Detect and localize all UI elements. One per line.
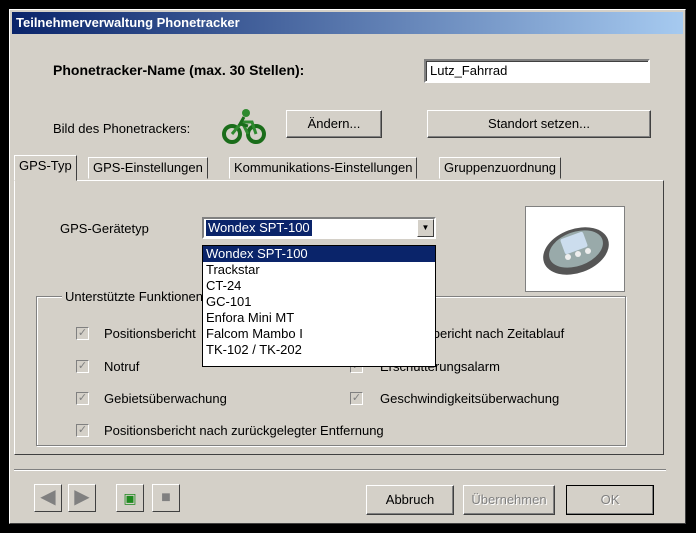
dropdown-option[interactable]: GC-101 [203,294,435,310]
device-icon[interactable]: ▣ [116,484,144,512]
label-speed-monitoring: Geschwindigkeitsüberwachung [380,391,560,406]
apply-button[interactable]: Übernehmen [463,485,555,515]
ok-button[interactable]: OK [566,485,654,515]
name-input[interactable]: Lutz_Fahrrad [424,59,650,83]
set-location-button[interactable]: Standort setzen... [427,110,651,138]
label-emergency: Notruf [104,359,140,374]
gps-device-label: GPS-Gerätetyp [60,221,149,236]
dropdown-option[interactable]: Trackstar [203,262,435,278]
stop-icon[interactable]: ■ [152,484,180,512]
window-title: Teilnehmerverwaltung Phonetracker [12,12,683,34]
checkbox-distance-report[interactable]: ✓ [76,424,89,437]
gps-device-select[interactable]: Wondex SPT-100 ▼ [202,217,436,239]
next-icon[interactable]: ▶ [68,484,96,512]
cancel-button[interactable]: Abbruch [366,485,454,515]
gps-device-dropdown[interactable]: Wondex SPT-100 Trackstar CT-24 GC-101 En… [202,245,436,367]
image-label: Bild des Phonetrackers: [53,121,191,136]
checkbox-speed-monitoring[interactable]: ✓ [350,392,363,405]
label-distance-report: Positionsbericht nach zurückgelegter Ent… [104,423,384,438]
gps-device-image [525,206,625,292]
name-label: Phonetracker-Name (max. 30 Stellen): [53,62,305,78]
chevron-down-icon[interactable]: ▼ [417,219,434,237]
tab-communication-settings[interactable]: Kommunikations-Einstellungen [229,157,418,179]
label-position-report: Positionsbericht [104,326,196,341]
functions-title: Unterstützte Funktionen [62,289,207,304]
checkbox-emergency[interactable]: ✓ [76,360,89,373]
tab-gps-type[interactable]: GPS-Typ [14,155,77,181]
dropdown-option[interactable]: Enfora Mini MT [203,310,435,326]
tab-gps-settings[interactable]: GPS-Einstellungen [88,157,208,179]
checkbox-position-report[interactable]: ✓ [76,327,89,340]
dropdown-option[interactable]: Falcom Mambo I [203,326,435,342]
dropdown-option[interactable]: TK-102 / TK-202 [203,342,435,358]
change-image-button[interactable]: Ändern... [286,110,382,138]
label-geofence: Gebietsüberwachung [104,391,227,406]
footer-separator [14,469,666,471]
gps-device-value: Wondex SPT-100 [206,220,312,236]
previous-icon[interactable]: ◀ [34,484,62,512]
dropdown-option[interactable]: Wondex SPT-100 [203,246,435,262]
bicycle-icon [222,108,266,144]
checkbox-geofence[interactable]: ✓ [76,392,89,405]
tab-group-assignment[interactable]: Gruppenzuordnung [439,157,562,179]
dropdown-option[interactable]: CT-24 [203,278,435,294]
